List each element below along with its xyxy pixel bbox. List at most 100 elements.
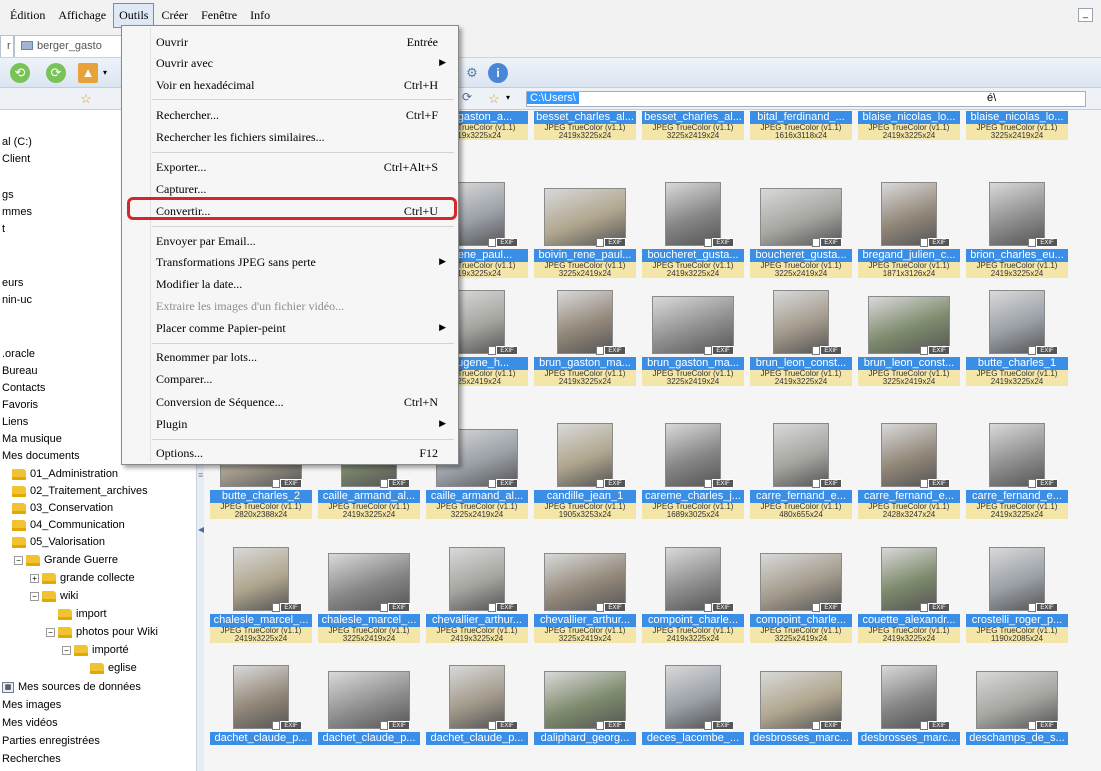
expand-icon[interactable]: + [30,573,39,583]
tree-item-recherches[interactable]: Recherches [2,751,61,767]
tree-item-mes-sources[interactable]: ▦ Mes sources de données [2,679,141,695]
thumbnail-item[interactable]: EXIF brion_charles_eu... JPEG TrueColor (v… [964,178,1070,278]
favorite-star-icon[interactable]: ☆ [80,91,92,107]
tab-berger-gaston[interactable]: berger_gasto [14,35,124,57]
menu-affichage[interactable]: Affichage [52,3,112,28]
gear-icon[interactable]: ⚙ [462,63,482,83]
tree-item-communication[interactable]: 04_Communication [12,517,125,533]
thumbnail-item[interactable]: EXIF deces_lacombe_... [640,661,746,761]
thumbnail-item[interactable]: EXIF couette_alexandr... JPEG TrueColor (v… [856,543,962,643]
menu-item-ouvrir[interactable]: Ouvrir Entrée [122,32,458,52]
menu-creer[interactable]: Créer [155,3,194,28]
thumbnail-item[interactable]: EXIF crostelli_roger_p... JPEG TrueColor (… [964,543,1070,643]
minimize-button[interactable]: _ [1078,8,1093,22]
tree-item-mmes[interactable]: mmes [2,204,32,220]
tree-item-nin-uc[interactable]: nin-uc [2,292,32,308]
tree-item-t[interactable]: t [2,221,5,237]
thumbnail-item[interactable]: EXIF chevallier_arthur... JPEG TrueColor (… [532,543,638,643]
tree-item-grande-guerre[interactable]: − Grande Guerre [14,552,118,568]
menu-fenetre[interactable]: Fenêtre [195,3,243,28]
menu-info[interactable]: Info [244,3,276,28]
tree-item-importe[interactable]: − importé [62,642,129,658]
thumbnail-item[interactable]: EXIF carre_fernand_e... JPEG TrueColor (v1… [856,419,962,519]
tree-item-import[interactable]: import [58,606,107,622]
menu-item-rechercher[interactable]: Rechercher... Ctrl+F [122,105,458,125]
tree-item-mes-documents[interactable]: Mes documents [2,448,80,464]
thumbnail-item[interactable]: EXIF compoint_charle... JPEG TrueColor (v1… [640,543,746,643]
thumbnail-item[interactable]: EXIFbesset_charles_al...JPEG TrueColor (… [640,110,746,140]
thumbnail-item[interactable]: EXIF dachet_claude_p... [208,661,314,761]
thumbnail-item[interactable]: EXIF daliphard_georg... [532,661,638,761]
menu-item-capturer[interactable]: Capturer... [122,179,458,199]
thumbnail-item[interactable]: EXIF boucheret_gusta... JPEG TrueColor (v1… [748,178,854,278]
menu-item-options[interactable]: Options... F12 [122,443,458,463]
tree-item-administration[interactable]: 01_Administration [12,466,118,482]
tree-item-parties-enregistrees[interactable]: Parties enregistrées [2,733,100,749]
thumbnail-item[interactable]: EXIFbesset_charles_al...JPEG TrueColor (… [532,110,638,140]
thumbnail-item[interactable]: EXIF chevallier_arthur... JPEG TrueColor (… [424,543,530,643]
menu-item-voir-hexadecimal[interactable]: Voir en hexadécimal Ctrl+H [122,75,458,95]
thumbnail-item[interactable]: EXIF desbrosses_marc... [748,661,854,761]
thumbnail-item[interactable]: EXIF brun_gaston_ma... JPEG TrueColor (v1.… [640,286,746,386]
menu-item-papier-peint[interactable]: Placer comme Papier-peint ▶ [122,318,458,338]
tree-item-contacts[interactable]: Contacts [2,380,45,396]
thumbnail-item[interactable]: EXIF boucheret_gusta... JPEG TrueColor (v1… [640,178,746,278]
menu-item-exporter[interactable]: Exporter... Ctrl+Alt+S [122,157,458,177]
menu-item-renommer-lots[interactable]: Renommer par lots... [122,347,458,367]
thumbnail-item[interactable]: EXIF bregand_julien_c... JPEG TrueColor (v… [856,178,962,278]
thumbnail-item[interactable]: EXIF careme_charles_j... JPEG TrueColor (v… [640,419,746,519]
menu-item-conversion-sequence[interactable]: Conversion de Séquence... Ctrl+N [122,392,458,412]
tree-item-oracle[interactable]: .oracle [2,346,35,362]
menu-item-plugin[interactable]: Plugin ▶ [122,414,458,434]
tree-item-bureau[interactable]: Bureau [2,363,37,379]
menu-edition[interactable]: Édition [4,3,51,28]
chevron-down-icon[interactable]: ▾ [506,93,510,102]
menu-item-comparer[interactable]: Comparer... [122,369,458,389]
thumbnail-item[interactable]: EXIF chalesle_marcel_... JPEG TrueColor (v… [316,543,422,643]
tree-item-conservation[interactable]: 03_Conservation [12,500,113,516]
tree-item-eurs[interactable]: eurs [2,275,23,291]
menu-item-ouvrir-avec[interactable]: Ouvrir avec ▶ [122,53,458,73]
collapse-icon[interactable]: − [30,591,39,601]
thumbnail-item[interactable]: EXIF chalesle_marcel_... JPEG TrueColor (v… [208,543,314,643]
info-icon[interactable]: i [488,63,508,83]
thumbnail-item[interactable]: EXIF butte_charles_1 JPEG TrueColor (v1.1)… [964,286,1070,386]
tree-item-drive-c[interactable]: al (C:) [2,134,32,150]
thumbnail-item[interactable]: EXIF carre_fernand_e... JPEG TrueColor (v1… [748,419,854,519]
refresh-icon[interactable]: ⟳ [462,90,472,104]
address-input[interactable]: C:\Users\ é\ [526,91,1086,107]
menu-outils[interactable]: Outils [113,2,155,28]
menu-item-envoyer-email[interactable]: Envoyer par Email... [122,231,458,251]
forward-icon[interactable]: ⟳ [46,63,66,83]
folder-up-icon[interactable]: ▲ [78,63,98,83]
thumbnail-item[interactable]: EXIFbital_ferdinand_...JPEG TrueColor (v… [748,110,854,140]
tree-item-mes-videos[interactable]: Mes vidéos [2,715,58,731]
tree-item-valorisation[interactable]: 05_Valorisation [12,534,105,550]
menu-item-transformations-jpeg[interactable]: Transformations JPEG sans perte ▶ [122,252,458,272]
thumbnail-item[interactable]: EXIF dachet_claude_p... [424,661,530,761]
thumbnail-item[interactable]: EXIF brun_leon_const... JPEG TrueColor (v1… [856,286,962,386]
thumbnail-item[interactable]: EXIF boivin_rene_paul... JPEG TrueColor (v… [532,178,638,278]
tab-previous[interactable]: r [0,35,14,57]
tree-item-gs[interactable]: gs [2,187,14,203]
thumbnail-item[interactable]: EXIF brun_leon_const... JPEG TrueColor (v1… [748,286,854,386]
menu-item-rechercher-similaires[interactable]: Rechercher les fichiers similaires... [122,127,458,147]
tree-item-grande-collecte[interactable]: + grande collecte [30,570,135,586]
menu-item-modifier-date[interactable]: Modifier la date... [122,274,458,294]
collapse-icon[interactable]: − [46,627,55,637]
tree-item-eglise[interactable]: eglise [90,660,137,676]
favorite-star-icon[interactable]: ☆ [488,91,500,107]
tree-item-liens[interactable]: Liens [2,414,28,430]
thumbnail-item[interactable]: EXIF candille_jean_1 JPEG TrueColor (v1.1)… [532,419,638,519]
thumbnail-item[interactable]: EXIF compoint_charle... JPEG TrueColor (v1… [748,543,854,643]
thumbnail-item[interactable]: EXIF brun_gaston_ma... JPEG TrueColor (v1.… [532,286,638,386]
tree-item-ma-musique[interactable]: Ma musique [2,431,62,447]
tree-item-photos-pour-wiki[interactable]: − photos pour Wiki [46,624,158,640]
tree-item-client[interactable]: Client [2,151,30,167]
collapse-icon[interactable]: − [62,645,71,655]
tree-item-wiki[interactable]: − wiki [30,588,78,604]
thumbnail-item[interactable]: EXIFblaise_nicolas_lo...JPEG TrueColor (… [856,110,962,140]
thumbnail-item[interactable]: EXIFblaise_nicolas_lo...JPEG TrueColor (… [964,110,1070,140]
thumbnail-item[interactable]: EXIF deschamps_de_s... [964,661,1070,761]
thumbnail-item[interactable]: EXIF desbrosses_marc... [856,661,962,761]
